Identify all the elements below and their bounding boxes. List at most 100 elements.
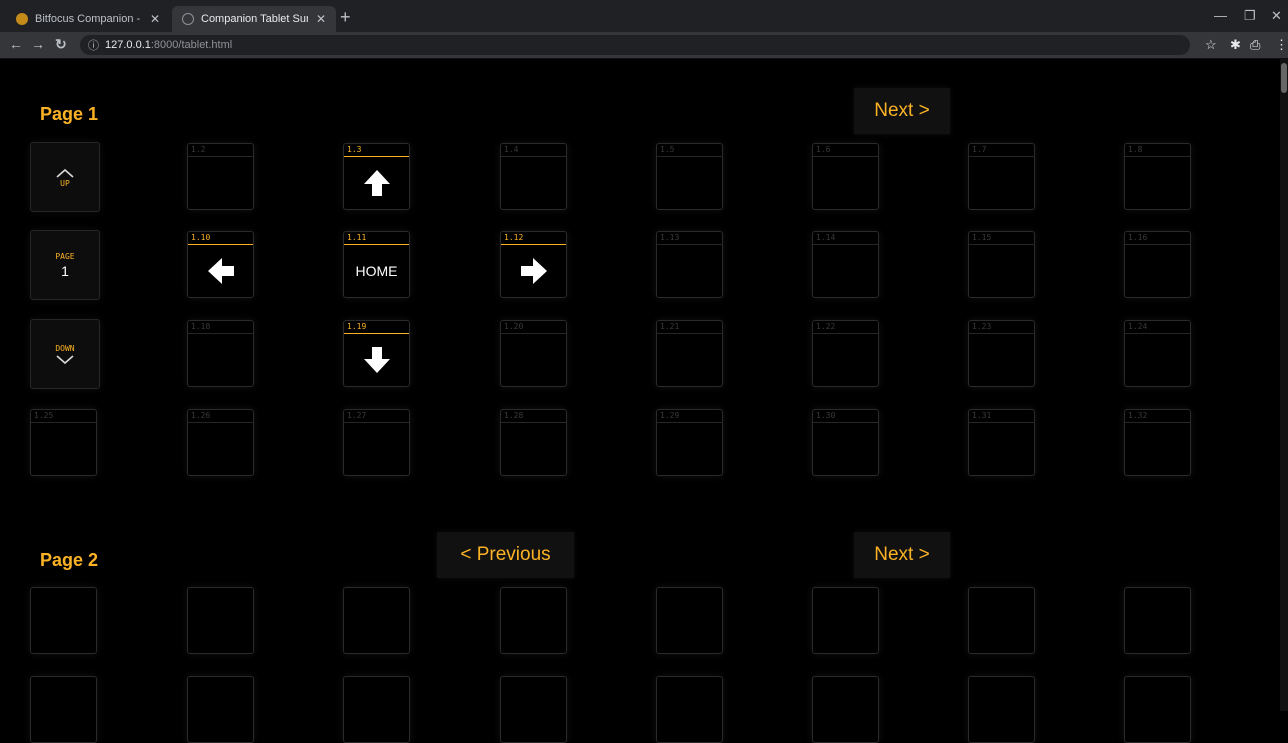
- key-content: [657, 423, 722, 475]
- key-content: [344, 157, 409, 209]
- menu-kebab-icon[interactable]: ⋮: [1275, 37, 1288, 53]
- page-1-next-button[interactable]: Next >: [854, 88, 950, 134]
- empty-key[interactable]: [1124, 676, 1191, 743]
- empty-key[interactable]: [968, 676, 1035, 743]
- key-1-29[interactable]: 1.29: [656, 409, 723, 476]
- restore-icon[interactable]: ❐: [1244, 8, 1256, 24]
- key-1-12[interactable]: 1.12: [500, 231, 567, 298]
- key-1-11[interactable]: 1.11 HOME: [343, 231, 410, 298]
- key-number: 1.10: [188, 232, 253, 245]
- site-info-icon[interactable]: ⓘ: [88, 37, 99, 53]
- page-2-next-button[interactable]: Next >: [854, 532, 950, 578]
- empty-key[interactable]: [812, 587, 879, 654]
- key-content: [188, 334, 253, 386]
- key-content: [813, 423, 878, 475]
- key-1-4[interactable]: 1.4: [500, 143, 567, 210]
- key-1-18[interactable]: 1.18: [187, 320, 254, 387]
- key-1-15[interactable]: 1.15: [968, 231, 1035, 298]
- key-text: HOME: [355, 263, 398, 279]
- tab-title: Bitfocus Companion - Admin: [35, 13, 142, 25]
- key-1-13[interactable]: 1.13: [656, 231, 723, 298]
- key-number: 1.22: [813, 321, 878, 334]
- key-content: [969, 334, 1034, 386]
- key-1-14[interactable]: 1.14: [812, 231, 879, 298]
- key-number: 1.11: [344, 232, 409, 245]
- minimize-icon[interactable]: —: [1214, 8, 1227, 23]
- empty-key[interactable]: [343, 587, 410, 654]
- back-icon[interactable]: ←: [9, 36, 23, 52]
- key-number: 1.26: [188, 410, 253, 423]
- browser-tab-admin[interactable]: Bitfocus Companion - Admin ✕: [6, 6, 170, 32]
- key-1-7[interactable]: 1.7: [968, 143, 1035, 210]
- key-1-30[interactable]: 1.30: [812, 409, 879, 476]
- key-content: [813, 245, 878, 297]
- empty-key[interactable]: [30, 676, 97, 743]
- empty-key[interactable]: [500, 587, 567, 654]
- key-number: 1.2: [188, 144, 253, 157]
- empty-key[interactable]: [500, 676, 567, 743]
- reload-icon[interactable]: ↻: [55, 36, 67, 52]
- key-content: [344, 423, 409, 475]
- forward-icon[interactable]: →: [31, 36, 45, 52]
- key-number: 1.23: [969, 321, 1034, 334]
- key-1-6[interactable]: 1.6: [812, 143, 879, 210]
- scrollbar-thumb[interactable]: [1281, 63, 1287, 93]
- close-window-icon[interactable]: ✕: [1271, 8, 1282, 24]
- key-number: 1.15: [969, 232, 1034, 245]
- page-label: PAGE: [55, 251, 75, 261]
- key-1-26[interactable]: 1.26: [187, 409, 254, 476]
- arrow-left-icon: [206, 256, 236, 286]
- page-down-button[interactable]: DOWN: [30, 319, 100, 389]
- empty-key[interactable]: [187, 676, 254, 743]
- key-1-19[interactable]: 1.19: [343, 320, 410, 387]
- key-1-20[interactable]: 1.20: [500, 320, 567, 387]
- url-path: :8000/tablet.html: [150, 39, 233, 51]
- key-1-10[interactable]: 1.10: [187, 231, 254, 298]
- key-1-32[interactable]: 1.32: [1124, 409, 1191, 476]
- tab-close-icon[interactable]: ✕: [150, 12, 160, 26]
- browser-tab-tablet[interactable]: Companion Tablet Surface ✕: [172, 6, 336, 32]
- new-tab-icon[interactable]: +: [340, 8, 351, 26]
- key-content: [657, 245, 722, 297]
- key-1-21[interactable]: 1.21: [656, 320, 723, 387]
- key-number: 1.7: [969, 144, 1034, 157]
- empty-key[interactable]: [30, 587, 97, 654]
- key-1-2[interactable]: 1.2: [187, 143, 254, 210]
- key-content: [1125, 334, 1190, 386]
- key-1-5[interactable]: 1.5: [656, 143, 723, 210]
- key-number: 1.29: [657, 410, 722, 423]
- empty-key[interactable]: [656, 587, 723, 654]
- tab-close-icon[interactable]: ✕: [316, 12, 326, 26]
- page-up-button[interactable]: UP: [30, 142, 100, 212]
- key-number: 1.4: [501, 144, 566, 157]
- page-scrollbar[interactable]: [1280, 59, 1288, 711]
- key-1-28[interactable]: 1.28: [500, 409, 567, 476]
- key-1-8[interactable]: 1.8: [1124, 143, 1191, 210]
- url-input[interactable]: ⓘ 127.0.0.1:8000/tablet.html: [80, 35, 1190, 55]
- key-1-31[interactable]: 1.31: [968, 409, 1035, 476]
- key-1-3[interactable]: 1.3: [343, 143, 410, 210]
- empty-key[interactable]: [187, 587, 254, 654]
- key-1-24[interactable]: 1.24: [1124, 320, 1191, 387]
- key-number: 1.6: [813, 144, 878, 157]
- extension-icon[interactable]: ✱: [1230, 37, 1241, 53]
- empty-key[interactable]: [343, 676, 410, 743]
- empty-key[interactable]: [968, 587, 1035, 654]
- key-number: 1.5: [657, 144, 722, 157]
- empty-key[interactable]: [812, 676, 879, 743]
- printer-icon[interactable]: ⎙: [1250, 37, 1260, 53]
- page-2-previous-button[interactable]: < Previous: [437, 532, 574, 578]
- key-1-16[interactable]: 1.16: [1124, 231, 1191, 298]
- empty-key[interactable]: [1124, 587, 1191, 654]
- key-1-23[interactable]: 1.23: [968, 320, 1035, 387]
- page-2-title: Page 2: [40, 550, 99, 570]
- key-1-25[interactable]: 1.25: [30, 409, 97, 476]
- key-1-22[interactable]: 1.22: [812, 320, 879, 387]
- bookmark-star-icon[interactable]: ☆: [1205, 37, 1217, 53]
- key-number: 1.27: [344, 410, 409, 423]
- down-label: DOWN: [55, 343, 75, 353]
- page-number: 1: [61, 262, 69, 279]
- key-1-27[interactable]: 1.27: [343, 409, 410, 476]
- key-number: 1.12: [501, 232, 566, 245]
- empty-key[interactable]: [656, 676, 723, 743]
